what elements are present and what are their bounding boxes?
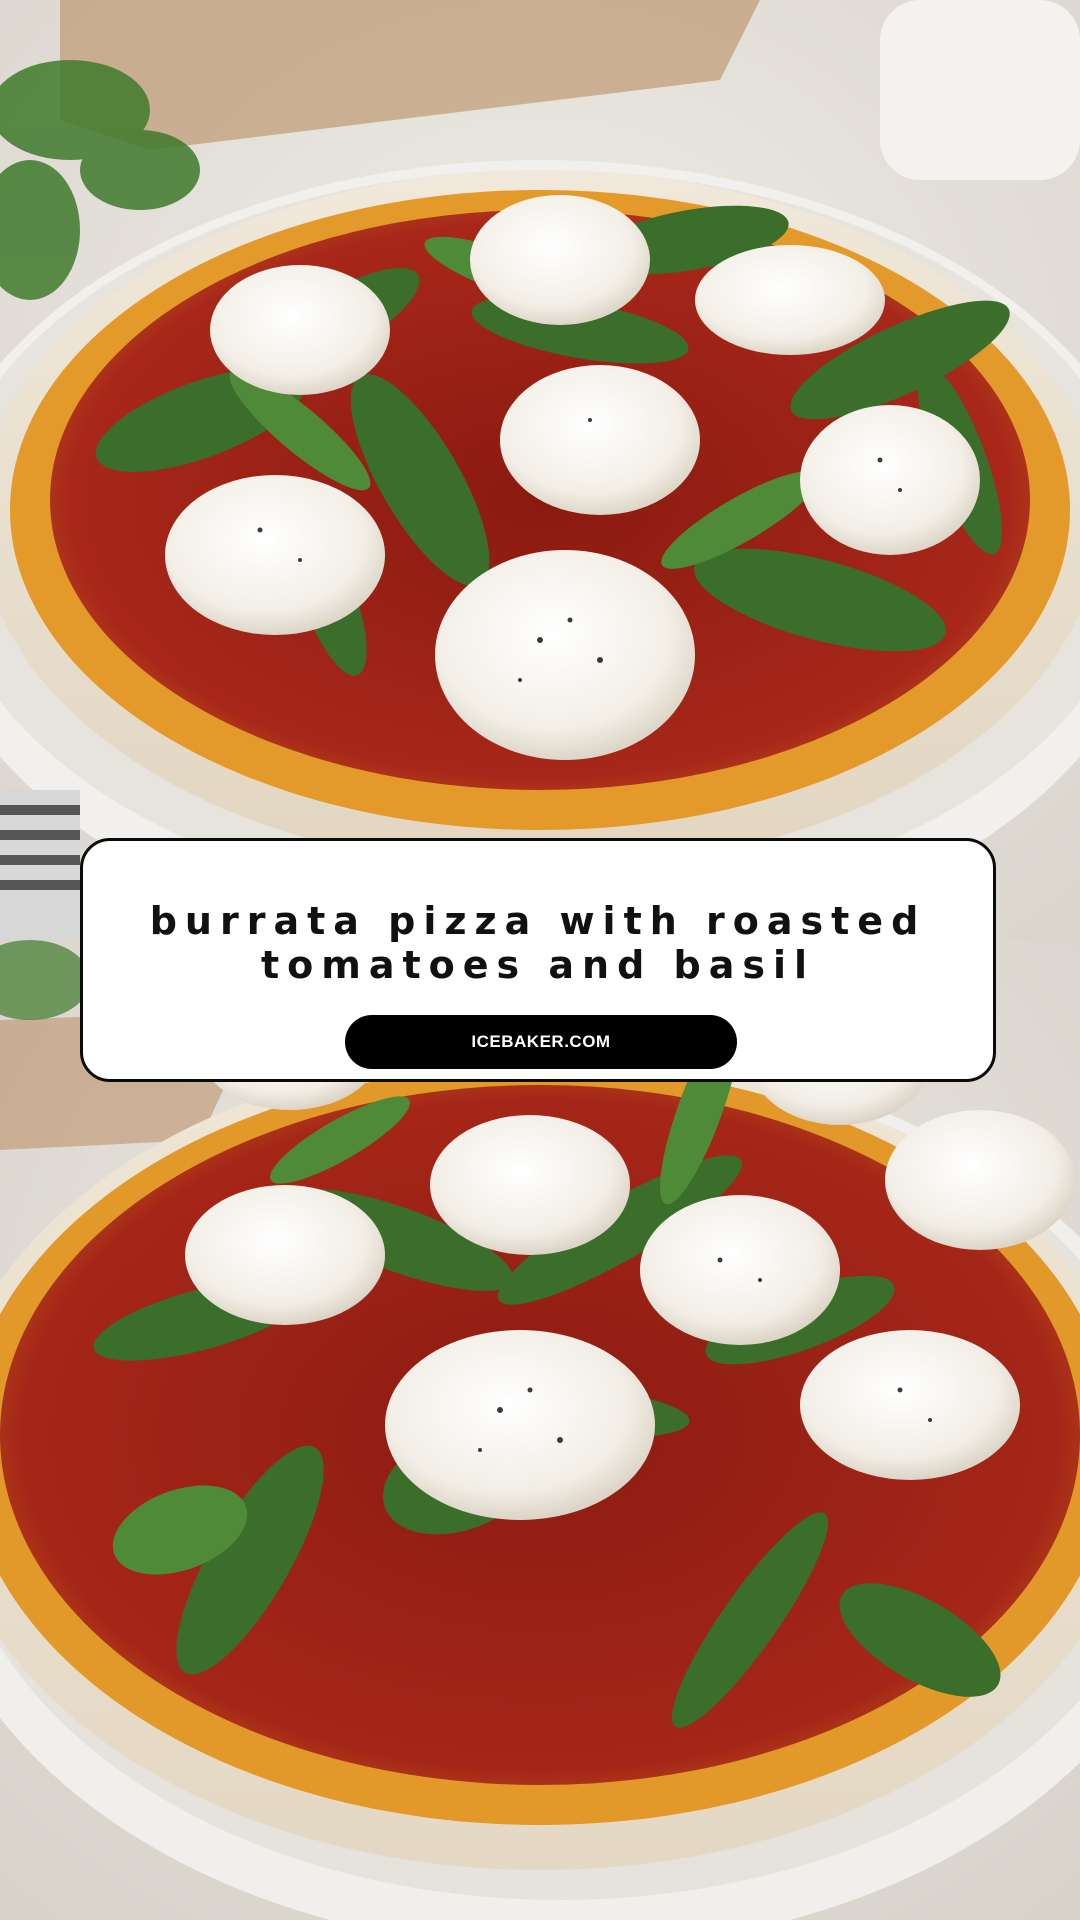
pizza-photo-top bbox=[0, 0, 1080, 940]
pizza-photo-icon bbox=[0, 940, 1080, 1920]
pizza-photo-bottom bbox=[0, 940, 1080, 1920]
site-link-button[interactable]: ICEBAKER.COM bbox=[345, 1015, 737, 1069]
recipe-title-line-2: tomatoes and basil bbox=[260, 943, 816, 987]
recipe-title: burrata pizza with roasted tomatoes and … bbox=[83, 899, 993, 987]
title-card: burrata pizza with roasted tomatoes and … bbox=[80, 838, 996, 1082]
pizza-photo-icon bbox=[0, 0, 1080, 940]
recipe-title-line-1: burrata pizza with roasted bbox=[149, 899, 927, 943]
